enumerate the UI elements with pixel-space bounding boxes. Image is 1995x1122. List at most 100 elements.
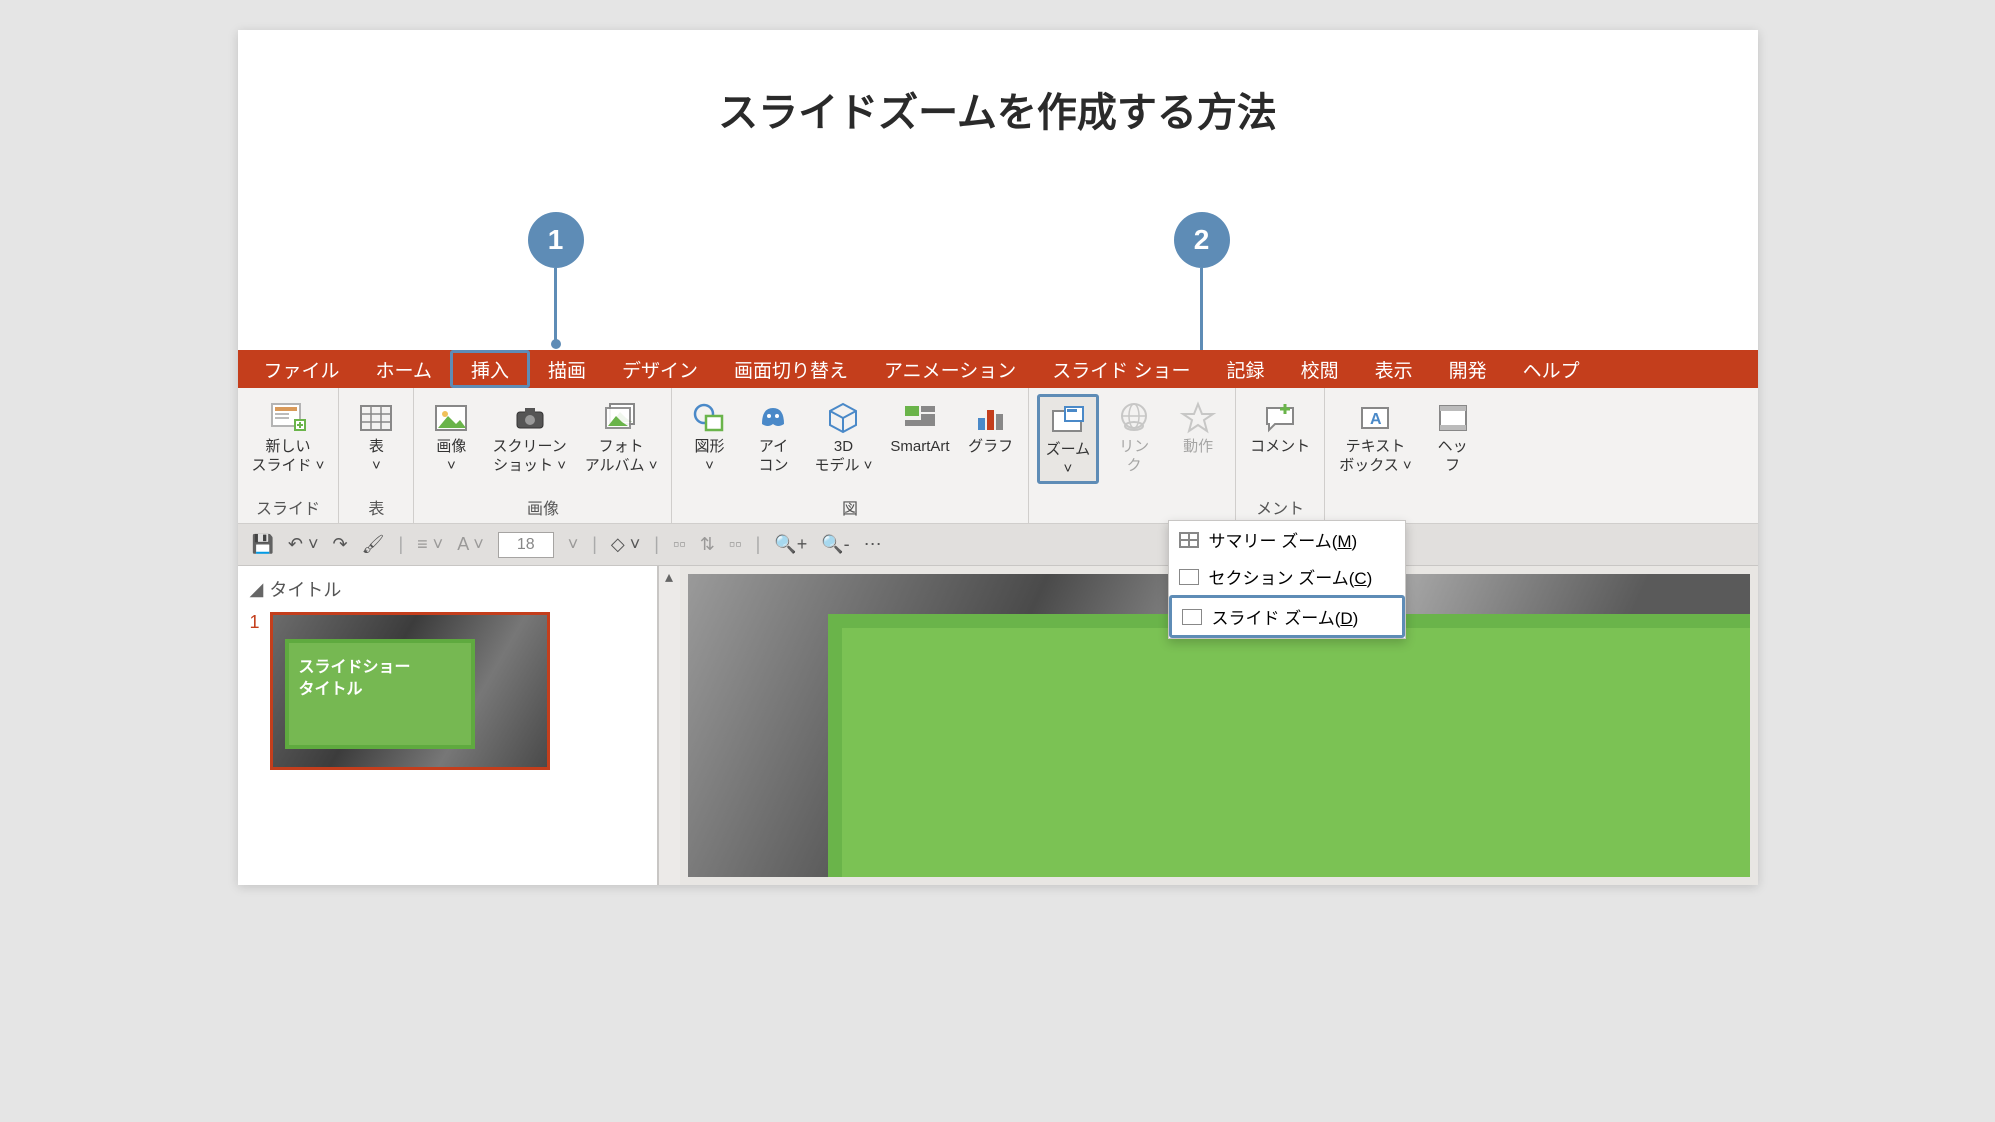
bullets-button[interactable]: ≡ ˅ [417,534,443,555]
arrange-button[interactable]: ▫▫ [729,534,742,555]
zoom-label: ズーム ˅ [1046,441,1091,479]
shapes-button[interactable]: 図形 ˅ [680,394,738,478]
comment-icon [1261,398,1299,436]
tab-record[interactable]: 記録 [1209,350,1283,388]
page-title: スライドズームを作成する方法 [238,80,1758,138]
header-footer-icon [1434,398,1472,436]
zoom-dropdown-menu: サマリー ズーム(M) セクション ズーム(C) スライド ズーム(D) [1168,520,1406,639]
separator: | [592,534,597,555]
ribbon-group-comments: コメント メント [1236,388,1325,523]
smartart-label: SmartArt [890,438,949,457]
tab-review[interactable]: 校閲 [1283,350,1357,388]
redo-button[interactable]: ↷ [333,534,348,555]
textbox-button[interactable]: A テキスト ボックス ˅ [1333,394,1417,478]
screenshot-button[interactable]: スクリーン ショット ˅ [486,394,572,478]
zoom-in-icon[interactable]: 🔍+ [774,534,807,555]
icons-button[interactable]: アイ コン [744,394,802,478]
ribbon-group-text: A テキスト ボックス ˅ ヘッ フ [1325,388,1489,523]
save-icon[interactable]: 💾 [252,534,274,555]
3d-models-label: 3D モデル ˅ [814,438,872,476]
photo-album-icon [602,398,640,436]
ribbon-group-tables: 表 ˅ 表 [339,388,414,523]
qat-customize-button[interactable]: ⋯ [864,534,882,555]
font-color-button[interactable]: A ˅ [457,534,484,555]
ribbon-group-links-label [1130,501,1134,523]
screenshot-label: スクリーン ショット ˅ [492,438,566,476]
ribbon-group-illustrations-label: 図 [842,495,858,523]
tab-help[interactable]: ヘルプ [1505,350,1598,388]
callout-2-badge: 2 [1174,212,1230,268]
table-button[interactable]: 表 ˅ [347,394,405,478]
header-footer-button[interactable]: ヘッ フ [1424,394,1482,478]
tab-transitions[interactable]: 画面切り替え [716,350,866,388]
scroll-up-icon[interactable]: ▴ [659,566,680,588]
link-label: リン ク [1119,438,1149,476]
zoom-menu-section[interactable]: セクション ズーム(C) [1169,558,1405,595]
section-name: タイトル [269,576,341,602]
action-button[interactable]: 動作 [1169,394,1227,459]
chart-button[interactable]: グラフ [962,394,1020,459]
table-label: 表 ˅ [369,438,384,476]
new-slide-label: 新しい スライド ˅ [252,438,325,476]
font-size-input[interactable]: 18 [498,532,554,558]
shapes-label: 図形 ˅ [694,438,724,476]
zoom-out-icon[interactable]: 🔍- [821,534,849,555]
align-button[interactable]: ▫▫ [673,534,686,555]
quick-access-toolbar: 💾 ↶ ˅ ↷ 🖌 | ≡ ˅ A ˅ 18 ˅ | ◇ ˅ | ▫▫ ⇅ ▫▫… [238,524,1758,566]
shapes-icon [690,398,728,436]
smartart-button[interactable]: SmartArt [884,394,955,459]
distribute-button[interactable]: ⇅ [700,534,715,555]
slide-thumbnail-1[interactable]: スライドショー タイトル [270,612,550,770]
pictures-icon [432,398,470,436]
photo-album-label: フォト アルバム ˅ [585,438,658,476]
slide-title-frame [828,614,1750,877]
tab-view[interactable]: 表示 [1357,350,1431,388]
ribbon-group-slides: 新しい スライド ˅ スライド [238,388,340,523]
callout-1: 1 [528,212,584,349]
font-size-dropdown[interactable]: ˅ [568,534,579,555]
pictures-button[interactable]: 画像 ˅ [422,394,480,478]
section-header[interactable]: ◢ タイトル [250,576,645,602]
action-label: 動作 [1183,438,1213,457]
photo-album-button[interactable]: フォト アルバム ˅ [579,394,664,478]
new-slide-button[interactable]: 新しい スライド ˅ [246,394,331,478]
shape-fill-button[interactable]: ◇ ˅ [611,534,640,555]
tab-developer[interactable]: 開発 [1431,350,1505,388]
3d-models-icon [824,398,862,436]
ribbon-body: 新しい スライド ˅ スライド 表 ˅ 表 [238,388,1758,524]
ribbon-group-slides-label: スライド [256,495,320,523]
comment-button[interactable]: コメント [1244,394,1316,459]
screenshot-icon [511,398,549,436]
ribbon-group-text-label [1405,501,1409,523]
smartart-icon [901,398,939,436]
slide-number: 1 [250,612,260,633]
tab-design[interactable]: デザイン [604,350,716,388]
zoom-menu-slide[interactable]: スライド ズーム(D) [1169,595,1405,638]
header-footer-label: ヘッ フ [1438,438,1468,476]
zoom-button[interactable]: ズーム ˅ [1037,394,1100,484]
tab-insert[interactable]: 挿入 [450,350,530,388]
separator: | [756,534,761,555]
ribbon-tabs: ファイル ホーム 挿入 描画 デザイン 画面切り替え アニメーション スライド … [238,350,1758,388]
tab-file[interactable]: ファイル [246,350,358,388]
section-zoom-icon [1179,569,1199,585]
format-painter-icon[interactable]: 🖌 [362,534,385,555]
table-icon [357,398,395,436]
undo-button[interactable]: ↶ ˅ [288,534,319,555]
ribbon-group-images-label: 画像 [527,495,559,523]
zoom-menu-summary[interactable]: サマリー ズーム(M) [1169,521,1405,558]
slide-thumbnail-pane: ◢ タイトル 1 スライドショー タイトル [238,566,658,885]
callout-1-dot [551,339,561,349]
tab-animations[interactable]: アニメーション [866,350,1034,388]
link-button[interactable]: リン ク [1105,394,1163,478]
zoom-menu-summary-label: サマリー ズーム(M) [1209,527,1358,552]
3d-models-button[interactable]: 3D モデル ˅ [808,394,878,478]
slide-zoom-icon [1182,609,1202,625]
tab-home[interactable]: ホーム [358,350,450,388]
tab-slideshow[interactable]: スライド ショー [1034,350,1208,388]
chart-icon [972,398,1010,436]
scroll-track[interactable] [659,588,680,885]
tab-draw[interactable]: 描画 [530,350,604,388]
callout-1-line [554,268,557,341]
vertical-scrollbar[interactable]: ▴ [658,566,680,885]
